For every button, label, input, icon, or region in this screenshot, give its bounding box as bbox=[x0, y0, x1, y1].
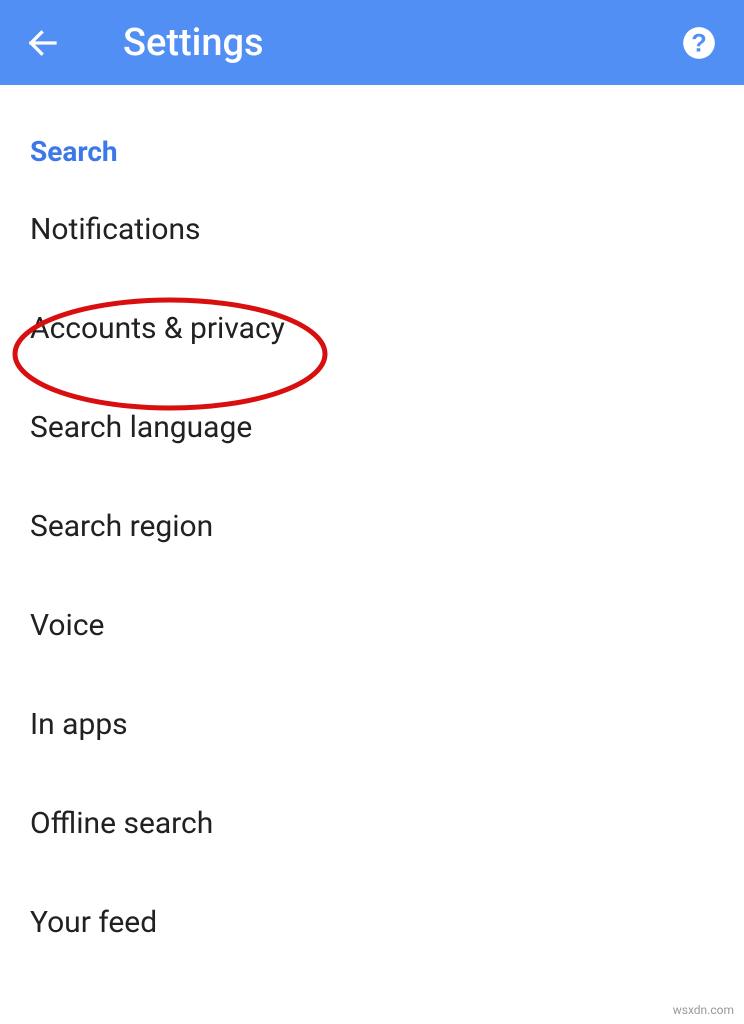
app-toolbar: Settings ? bbox=[0, 0, 744, 85]
list-item-in-apps[interactable]: In apps bbox=[0, 675, 744, 774]
section-header-search: Search bbox=[0, 85, 744, 180]
list-item-label: Accounts & privacy bbox=[30, 311, 285, 346]
list-item-label: Notifications bbox=[30, 212, 201, 247]
list-item-notifications[interactable]: Notifications bbox=[0, 180, 744, 279]
watermark: wsxdn.com bbox=[669, 1002, 738, 1018]
svg-text:?: ? bbox=[691, 29, 706, 57]
list-item-label: Offline search bbox=[30, 806, 213, 841]
list-item-label: Search region bbox=[30, 509, 213, 544]
list-item-label: Search language bbox=[30, 410, 252, 445]
back-icon[interactable] bbox=[25, 25, 61, 61]
list-item-voice[interactable]: Voice bbox=[0, 576, 744, 675]
list-item-search-region[interactable]: Search region bbox=[0, 477, 744, 576]
list-item-label: Your feed bbox=[30, 905, 157, 940]
list-item-label: Voice bbox=[30, 608, 104, 643]
list-item-your-feed[interactable]: Your feed bbox=[0, 873, 744, 972]
settings-content: Search Notifications Accounts & privacy … bbox=[0, 85, 744, 972]
list-item-offline-search[interactable]: Offline search bbox=[0, 774, 744, 873]
page-title: Settings bbox=[123, 21, 679, 65]
list-item-label: In apps bbox=[30, 707, 128, 742]
help-icon[interactable]: ? bbox=[679, 23, 719, 63]
list-item-accounts-privacy[interactable]: Accounts & privacy bbox=[0, 279, 744, 378]
list-item-search-language[interactable]: Search language bbox=[0, 378, 744, 477]
